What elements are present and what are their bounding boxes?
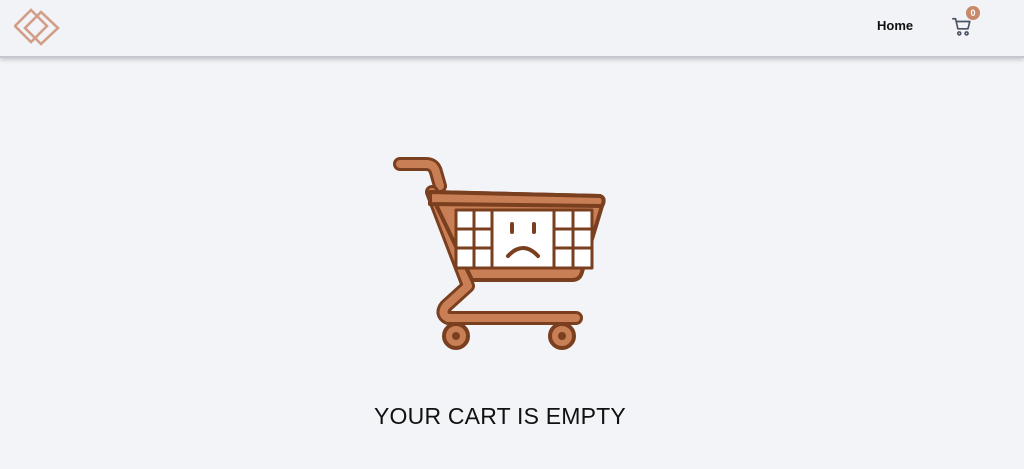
nav-home-link[interactable]: Home (877, 18, 913, 33)
cart-count-badge: 0 (966, 6, 980, 20)
diamond-logo-icon[interactable] (13, 8, 62, 48)
sad-shopping-cart-icon (386, 156, 614, 358)
cart-button[interactable]: 0 (951, 6, 981, 40)
top-navbar: Home 0 (0, 0, 1024, 58)
empty-cart-message: YOUR CART IS EMPTY (374, 403, 626, 429)
